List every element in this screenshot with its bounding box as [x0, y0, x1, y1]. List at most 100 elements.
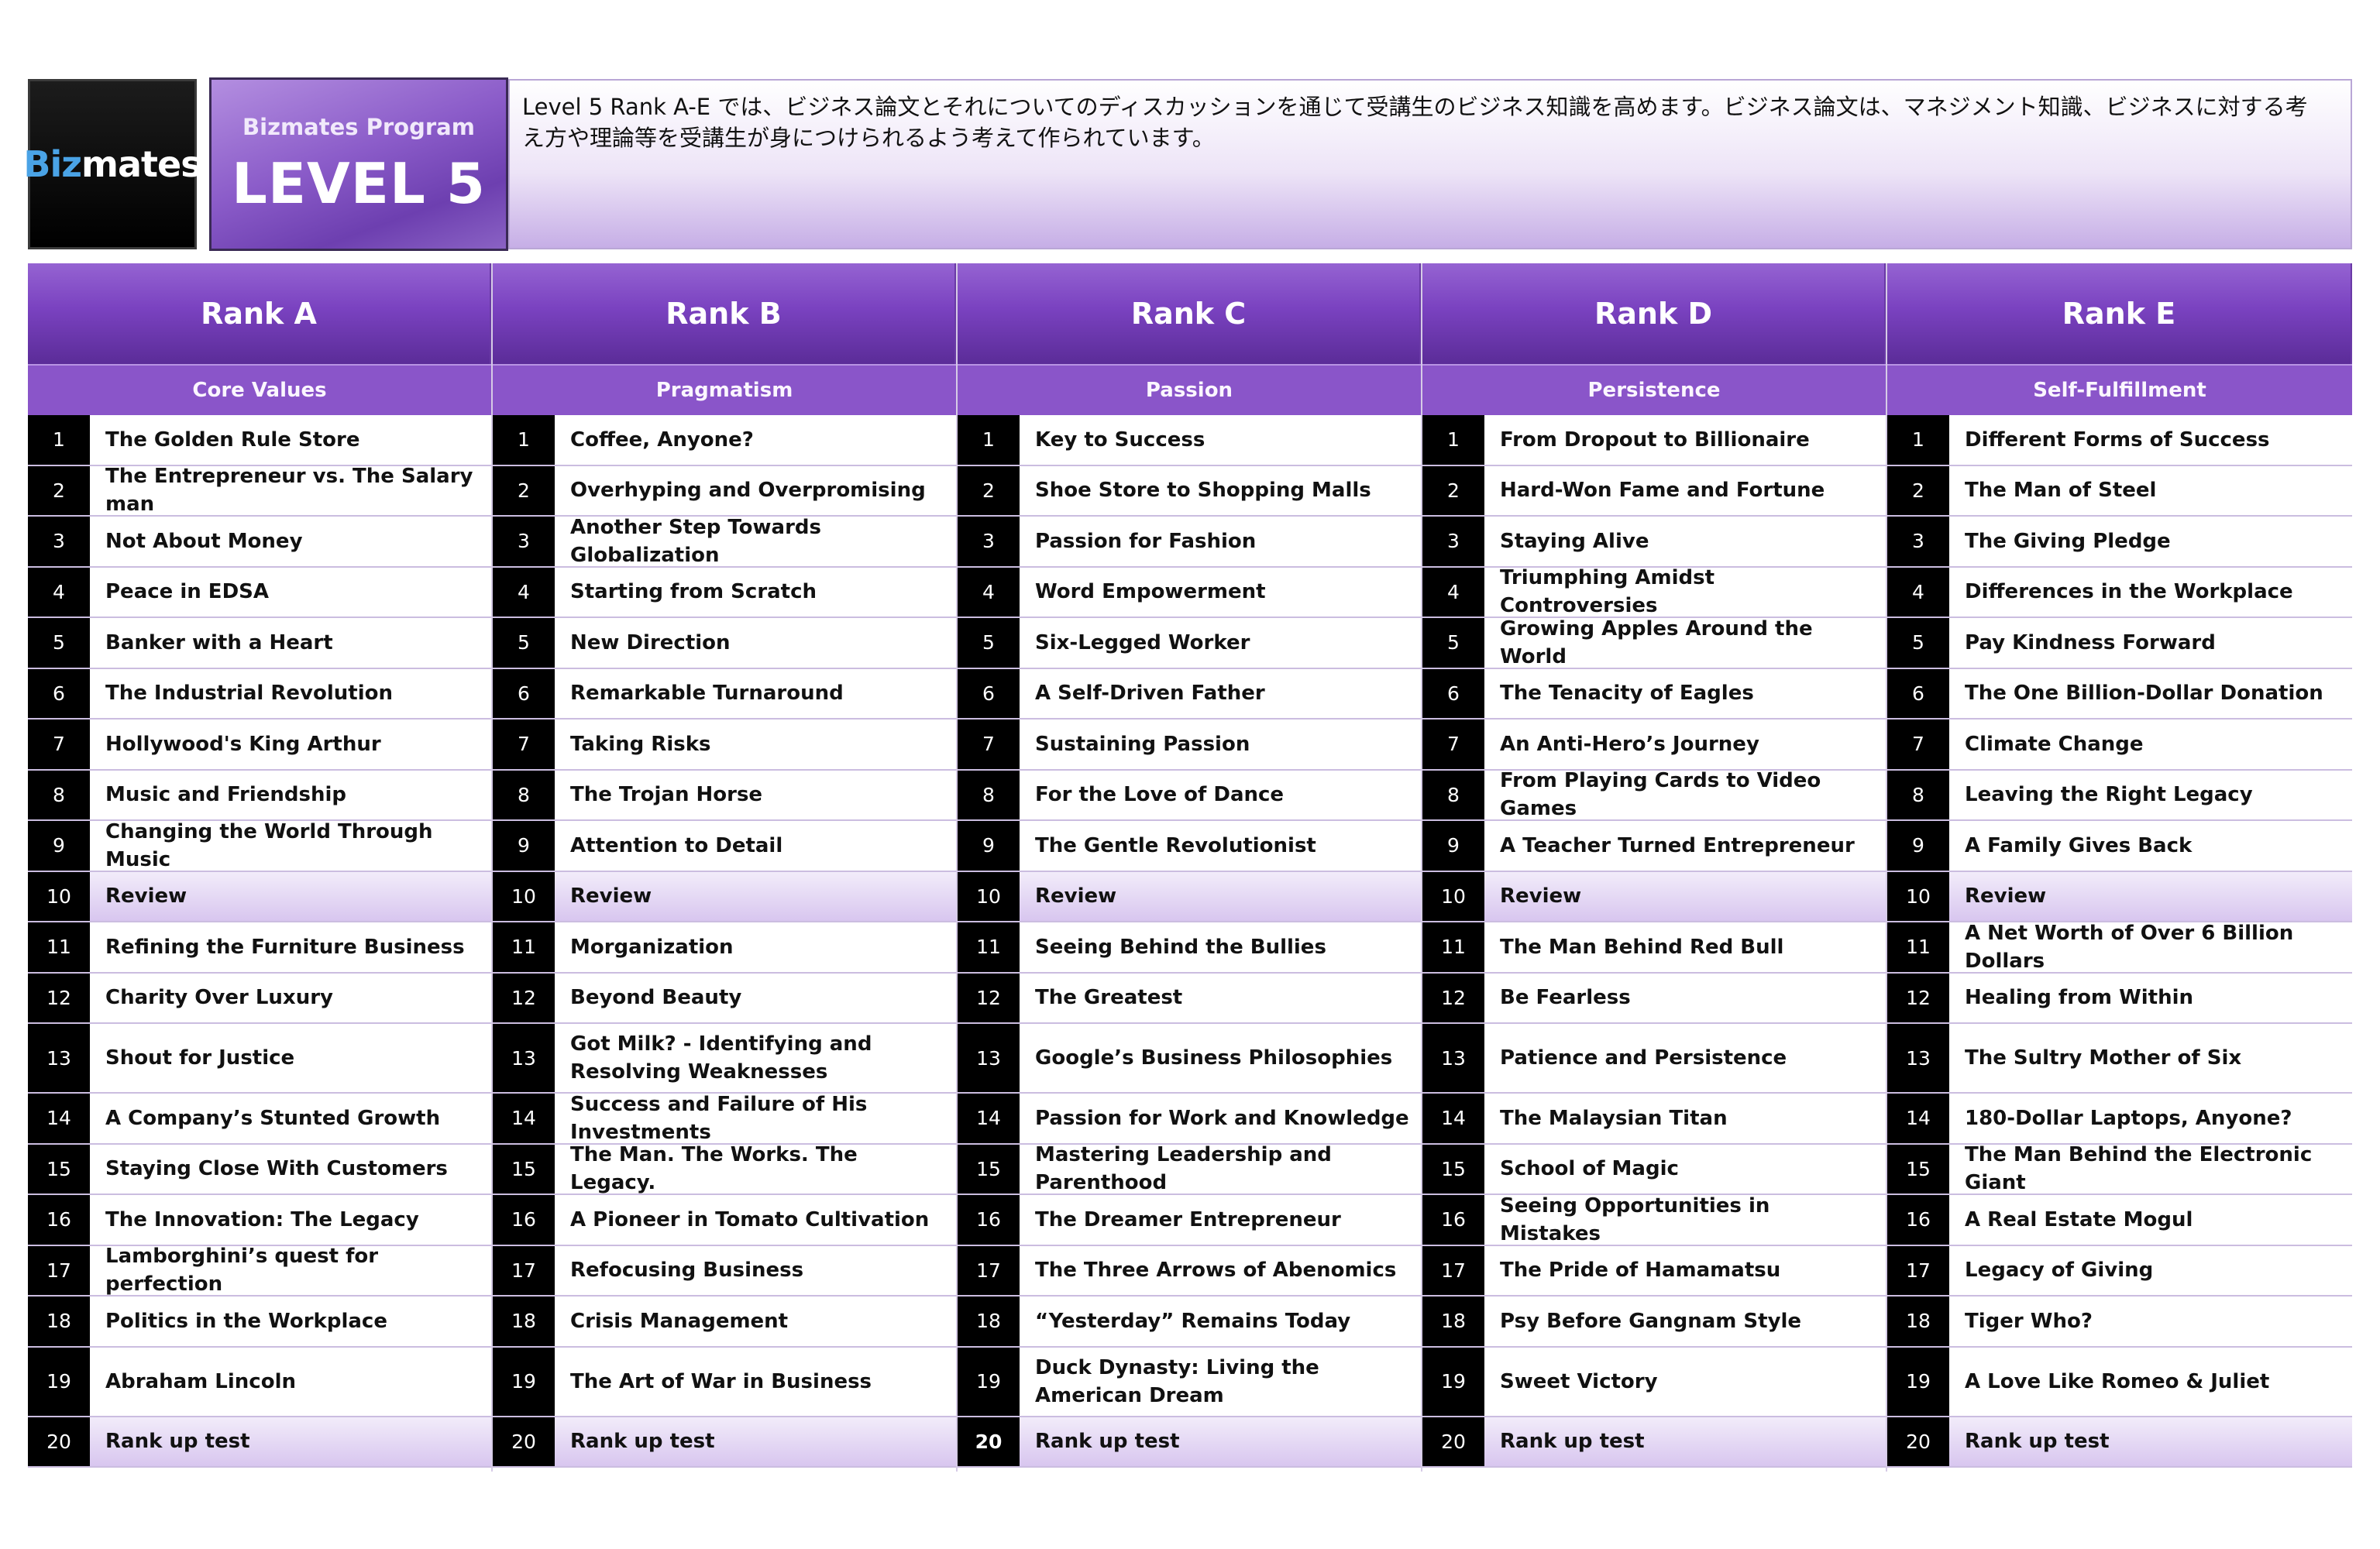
lesson-row: 18 Psy Before Gangnam Style [1422, 1297, 1886, 1348]
lesson-number: 6 [1422, 668, 1484, 718]
logo-text: Bizmates [23, 143, 201, 185]
rank-theme: Self-Fulfillment [1887, 364, 2352, 415]
lesson-row: 15 The Man. The Works. The Legacy. [493, 1143, 956, 1195]
lesson-row: 16 Seeing Opportunities in Mistakes [1422, 1194, 1886, 1246]
lesson-number: 3 [493, 517, 555, 566]
lesson-number: 2 [28, 465, 90, 515]
lesson-title: Charity Over Luxury [90, 973, 491, 1022]
lesson-title: Success and Failure of His Investments [555, 1093, 956, 1144]
lesson-row: 19 Duck Dynasty: Living the American Drea… [958, 1347, 1421, 1417]
lesson-title: Triumphing Amidst Controversies [1484, 566, 1886, 617]
lesson-number: 10 [1887, 871, 1949, 921]
lesson-row: 11 A Net Worth of Over 6 Billion Dollars [1887, 922, 2352, 974]
lesson-number: 4 [1887, 567, 1949, 617]
lesson-number: 8 [493, 770, 555, 819]
lesson-row: 8 The Trojan Horse [493, 770, 956, 821]
lesson-title: Duck Dynasty: Living the American Dream [1020, 1347, 1421, 1416]
lesson-number: 8 [1422, 770, 1484, 819]
lesson-row: 2 Hard-Won Fame and Fortune [1422, 465, 1886, 517]
lesson-title: Rank up test [1020, 1417, 1421, 1466]
lesson-row: 5 New Direction [493, 618, 956, 669]
lesson-title: The Dreamer Entrepreneur [1020, 1195, 1421, 1245]
lesson-row: 1 Coffee, Anyone? [493, 415, 956, 466]
lesson-row: 6 Remarkable Turnaround [493, 668, 956, 720]
lesson-number: 18 [958, 1297, 1020, 1346]
lesson-title: The Gentle Revolutionist [1020, 821, 1421, 871]
lesson-title: A Self-Driven Father [1020, 668, 1421, 718]
lesson-title: A Love Like Romeo & Juliet [1949, 1347, 2352, 1416]
lesson-title: Growing Apples Around the World [1484, 617, 1886, 668]
lesson-title: A Company’s Stunted Growth [90, 1094, 491, 1143]
lesson-row: 5 Growing Apples Around the World [1422, 617, 1886, 669]
lesson-row: 3 Passion for Fashion [958, 517, 1421, 568]
lesson-title: Attention to Detail [555, 821, 956, 871]
lesson-title: The Industrial Revolution [90, 668, 491, 718]
lesson-number: 17 [28, 1245, 90, 1295]
lesson-row: 10 Review [1422, 871, 1886, 922]
lesson-number: 7 [1887, 720, 1949, 769]
lesson-row: 8 Music and Friendship [28, 770, 491, 821]
lesson-title: Music and Friendship [90, 770, 491, 819]
lesson-row: 9 Attention to Detail [493, 821, 956, 872]
lesson-number: 12 [493, 973, 555, 1022]
lesson-title: 180-Dollar Laptops, Anyone? [1949, 1094, 2352, 1143]
lesson-number: 17 [1887, 1245, 1949, 1295]
lesson-row: 4 Peace in EDSA [28, 567, 491, 618]
lesson-number: 19 [28, 1347, 90, 1416]
lesson-title: Review [1949, 871, 2352, 921]
lesson-row: 20 Rank up test [493, 1417, 956, 1468]
lesson-title: Crisis Management [555, 1297, 956, 1346]
lesson-number: 11 [1887, 922, 1949, 972]
lesson-row: 14 The Malaysian Titan [1422, 1094, 1886, 1145]
lesson-number: 10 [1422, 871, 1484, 921]
lesson-number: 18 [1422, 1297, 1484, 1346]
lesson-title: Refocusing Business [555, 1245, 956, 1295]
lesson-number: 4 [958, 567, 1020, 617]
lesson-number: 19 [958, 1347, 1020, 1416]
lesson-number: 6 [958, 668, 1020, 718]
lesson-row: 3 Not About Money [28, 517, 491, 568]
level5-curriculum-page: Bizmates Bizmates Program LEVEL 5 Level … [0, 0, 2380, 1549]
lesson-number: 10 [493, 871, 555, 921]
lesson-row: 4 Word Empowerment [958, 567, 1421, 618]
lesson-number: 8 [1887, 770, 1949, 819]
lesson-number: 11 [958, 922, 1020, 972]
lesson-title: Different Forms of Success [1949, 415, 2352, 465]
lesson-title: A Net Worth of Over 6 Billion Dollars [1949, 922, 2352, 973]
lesson-number: 6 [28, 668, 90, 718]
lesson-number: 9 [1422, 821, 1484, 871]
lesson-number: 13 [958, 1024, 1020, 1092]
lesson-row: 16 The Innovation: The Legacy [28, 1195, 491, 1246]
lesson-title: Psy Before Gangnam Style [1484, 1297, 1886, 1346]
lesson-number: 11 [28, 922, 90, 972]
lesson-row: 17 The Three Arrows of Abenomics [958, 1245, 1421, 1297]
lesson-title: Be Fearless [1484, 973, 1886, 1022]
lesson-title: Hard-Won Fame and Fortune [1484, 465, 1886, 515]
rank-header: Rank E [1887, 263, 2352, 364]
rank-header: Rank A [28, 263, 491, 364]
lesson-title: Six-Legged Worker [1020, 618, 1421, 668]
lesson-title: An Anti-Hero’s Journey [1484, 720, 1886, 769]
lesson-row: 20 Rank up test [1887, 1417, 2352, 1468]
lesson-row: 10 Review [28, 871, 491, 922]
lesson-title: Refining the Furniture Business [90, 922, 491, 972]
lesson-row: 10 Review [958, 871, 1421, 922]
rank-header: Rank D [1422, 263, 1886, 364]
lesson-row: 5 Six-Legged Worker [958, 618, 1421, 669]
lesson-row: 19 The Art of War in Business [493, 1347, 956, 1417]
lesson-title: Morganization [555, 922, 956, 972]
lesson-title: Seeing Opportunities in Mistakes [1484, 1194, 1886, 1245]
lesson-title: The Greatest [1020, 973, 1421, 1022]
lesson-number: 14 [493, 1094, 555, 1143]
lesson-row: 17 The Pride of Hamamatsu [1422, 1245, 1886, 1297]
lesson-number: 18 [1887, 1297, 1949, 1346]
lesson-title: Overhyping and Overpromising [555, 465, 956, 515]
lesson-title: The Giving Pledge [1949, 517, 2352, 566]
lesson-title: Legacy of Giving [1949, 1245, 2352, 1295]
lesson-row: 13 Got Milk? - Identifying and Resolving … [493, 1024, 956, 1094]
rank-header: Rank C [958, 263, 1421, 364]
lesson-number: 9 [493, 821, 555, 871]
lesson-row: 12 Be Fearless [1422, 973, 1886, 1024]
lesson-number: 13 [1887, 1024, 1949, 1092]
lesson-title: The Innovation: The Legacy [90, 1195, 491, 1245]
